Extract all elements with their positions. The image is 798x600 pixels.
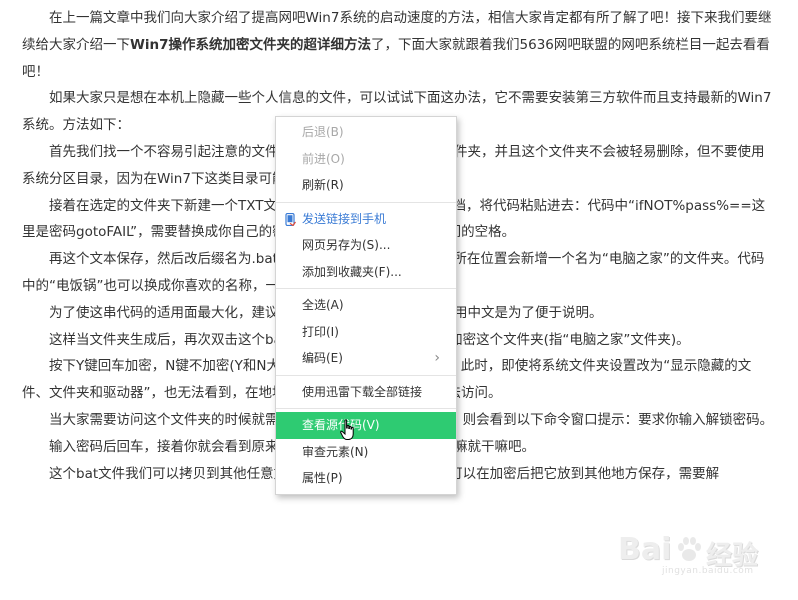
menu-item-inspect[interactable]: 审查元素(N)	[276, 439, 456, 466]
watermark-url: jingyan.baidu.com	[662, 566, 754, 576]
menu-separator	[276, 288, 456, 289]
menu-item-save-as[interactable]: 网页另存为(S)...	[276, 232, 456, 259]
menu-separator	[276, 408, 456, 409]
context-menu: 后退(B) 前进(O) 刷新(R) 发送链接到手机 网页另存为(S)... 添加…	[275, 116, 457, 495]
article-title-emphasis: Win7操作系统加密文件夹的超详细方法	[130, 36, 372, 53]
menu-separator	[276, 374, 456, 376]
menu-item-label: 发送链接到手机	[302, 211, 387, 226]
menu-item-back[interactable]: 后退(B)	[276, 119, 456, 146]
menu-item-properties[interactable]: 属性(P)	[276, 465, 456, 492]
menu-item-select-all[interactable]: 全选(A)	[276, 292, 456, 319]
menu-item-add-favorite[interactable]: 添加到收藏夹(F)...	[276, 259, 456, 286]
menu-item-forward[interactable]: 前进(O)	[276, 146, 456, 173]
menu-item-refresh[interactable]: 刷新(R)	[276, 172, 456, 199]
menu-item-send-to-phone[interactable]: 发送链接到手机	[276, 206, 456, 233]
paw-logo-icon	[678, 537, 701, 561]
menu-item-encoding[interactable]: 编码(E) ›	[276, 345, 456, 372]
menu-item-print[interactable]: 打印(I)	[276, 319, 456, 346]
menu-separator	[276, 201, 456, 203]
hand-cursor-icon	[340, 419, 354, 440]
baidu-jingyan-watermark: Bai 经验 jingyan.baidu.com	[618, 528, 788, 578]
menu-item-download-all[interactable]: 使用迅雷下载全部链接	[276, 379, 456, 406]
paragraph-intro: 在上一篇文章中我们向大家介绍了提高网吧Win7系统的启动速度的方法，相信大家肯定…	[22, 5, 774, 85]
chevron-right-icon: ›	[434, 350, 440, 366]
menu-item-view-source[interactable]: 查看源代码(V)	[276, 412, 456, 439]
menu-item-label: 编码(E)	[302, 351, 343, 365]
watermark-brand: Bai	[618, 532, 672, 567]
phone-icon	[285, 212, 296, 226]
